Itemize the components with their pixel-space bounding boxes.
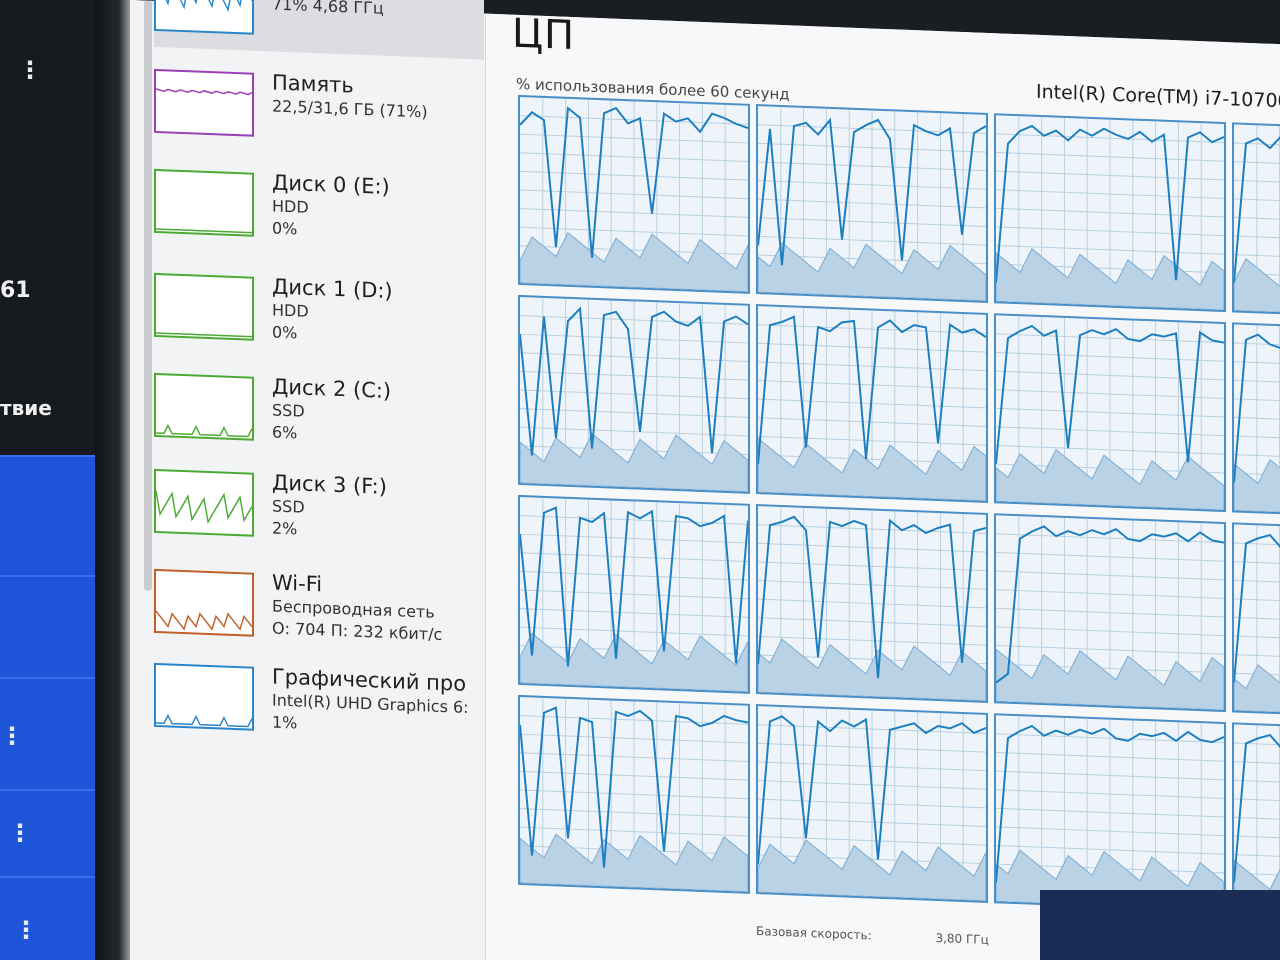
sidebar-item-thumbnail	[154, 372, 254, 441]
left-app-tile[interactable]: ⋮	[0, 876, 95, 960]
thumbnail-line	[156, 610, 252, 631]
kernel-time-area	[1234, 659, 1280, 720]
sidebar-item-text: Графический про Intel(R) UHD Graphics 6: 1…	[272, 663, 469, 741]
sidebar-item-detail: 22,5/31,6 ГБ (71%)	[272, 96, 428, 122]
cpu-core-graph	[518, 494, 750, 694]
logical-processor-graphs	[518, 94, 1280, 960]
sidebar-item-value: 2%	[272, 518, 298, 539]
cpu-core-graph	[1232, 322, 1280, 522]
sidebar-item-thumbnail	[154, 662, 254, 731]
cpu-core-graph	[518, 294, 750, 494]
thumbnail-line	[156, 423, 252, 438]
left-app-tile[interactable]	[0, 575, 95, 677]
sidebar-item-thumbnail	[154, 168, 254, 237]
sidebar-item[interactable]: Диск 1 (D:) HDD 0%	[154, 267, 484, 366]
taskbar-tray	[1040, 890, 1280, 960]
sidebar-item[interactable]: Диск 2 (C:) SSD 6%	[154, 367, 484, 466]
sidebar-item[interactable]: Wi-Fi Беспроводная сеть О: 704 П: 232 кбит…	[154, 563, 484, 662]
screen: ⋮ 61 твие ⋮ ⋮ ⋮ ЦП71% 4,68 ГГцПамять22,5…	[0, 0, 1280, 960]
more-icon[interactable]: ⋮	[8, 821, 32, 845]
task-manager-window: ЦП71% 4,68 ГГцПамять22,5/31,6 ГБ (71%)Ди…	[130, 0, 1280, 960]
sidebar-item-text: Диск 2 (C:) SSD 6%	[272, 373, 391, 448]
cpu-core-graph	[994, 113, 1226, 313]
resource-sidebar: ЦП71% 4,68 ГГц Память22,5/31,6 ГБ (71%) Ди…	[130, 0, 486, 960]
sidebar-item-thumbnail	[154, 272, 254, 341]
thumbnail-line	[156, 332, 252, 338]
left-app-tile[interactable]: ⋮	[0, 677, 95, 789]
sidebar-item[interactable]: Память 22,5/31,6 ГБ (71%)	[154, 63, 484, 162]
cpu-core-graph	[994, 513, 1226, 713]
cpu-core-graph	[994, 713, 1226, 913]
cpu-core-graph	[1232, 522, 1280, 722]
sidebar-item-thumbnail	[154, 568, 254, 637]
sidebar-scrollbar[interactable]	[144, 0, 152, 591]
thumbnail-line	[156, 0, 252, 12]
sidebar-item-text: ЦП71% 4,68 ГГц	[272, 0, 384, 20]
left-app-tile[interactable]	[0, 455, 95, 575]
sidebar-item-value: 0%	[272, 218, 298, 239]
sidebar-item[interactable]: Графический про Intel(R) UHD Graphics 6: 1…	[154, 657, 484, 756]
monitor-bezel	[95, 0, 135, 960]
cpu-core-graph	[1232, 122, 1280, 322]
sidebar-item-text: Память 22,5/31,6 ГБ (71%)	[272, 69, 428, 123]
more-icon[interactable]: ⋮	[0, 724, 24, 748]
sidebar-item-thumbnail	[154, 0, 254, 35]
base-speed-value: 3,80 ГГц	[935, 930, 989, 947]
cpu-detail-pane: ЦП Intel(R) Core(TM) i7-10700K CP % испо…	[486, 10, 1280, 960]
sidebar-item[interactable]: ЦП71% 4,68 ГГц	[154, 0, 484, 60]
sidebar-item-text: Диск 0 (E:) HDD 0%	[272, 169, 390, 244]
cpu-core-graph	[756, 704, 988, 903]
sidebar-item-text: Диск 3 (F:) SSD 2%	[272, 469, 387, 543]
sidebar-item-thumbnail	[154, 68, 254, 137]
page-title: ЦП	[512, 10, 576, 60]
left-app-word: твие	[0, 396, 52, 420]
cpu-core-graph	[518, 94, 750, 294]
resource-list: ЦП71% 4,68 ГГц Память22,5/31,6 ГБ (71%) Ди…	[130, 0, 485, 732]
cpu-core-graph	[994, 313, 1226, 513]
thumbnail-line	[156, 713, 252, 728]
sidebar-item[interactable]: Диск 3 (F:) SSD 2%	[154, 463, 484, 562]
thumbnail-line	[156, 490, 252, 525]
thumbnail-line	[156, 228, 252, 234]
sidebar-item-value: 0%	[272, 322, 298, 343]
more-icon[interactable]: ⋮	[18, 58, 42, 82]
sidebar-item-value: 6%	[272, 422, 298, 443]
cpu-core-graph	[756, 104, 988, 303]
sidebar-item-text: Wi-Fi Беспроводная сеть О: 704 П: 232 кбит…	[272, 569, 442, 646]
sidebar-item-thumbnail	[154, 468, 254, 537]
left-app-number: 61	[0, 278, 31, 303]
cpu-core-graph	[756, 304, 988, 503]
cpu-core-graph	[518, 694, 750, 894]
sidebar-item-text: Диск 1 (D:) HDD 0%	[272, 273, 393, 348]
cpu-core-graph	[756, 504, 988, 703]
cpu-model-name: Intel(R) Core(TM) i7-10700K CP	[1036, 80, 1280, 114]
left-app-tile[interactable]: ⋮	[0, 789, 95, 876]
sidebar-item[interactable]: Диск 0 (E:) HDD 0%	[154, 163, 484, 262]
thumbnail-line	[156, 88, 252, 96]
sidebar-item-detail: 71% 4,68 ГГц	[272, 0, 384, 18]
more-icon[interactable]: ⋮	[14, 918, 38, 942]
